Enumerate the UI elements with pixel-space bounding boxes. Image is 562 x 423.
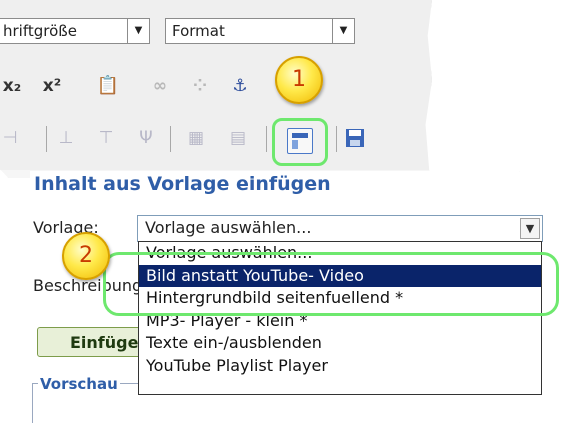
chevron-down-icon[interactable]: ▼ [520, 218, 540, 239]
format-dropdown[interactable]: Format ▼ [165, 18, 355, 44]
template-icon [292, 133, 308, 138]
chevron-down-icon[interactable]: ▼ [127, 19, 149, 43]
save-icon[interactable] [343, 128, 367, 152]
insert-template-button[interactable] [287, 128, 313, 154]
preview-label: Vorschau [38, 375, 120, 393]
chevron-down-icon[interactable]: ▼ [332, 19, 354, 43]
toolbar-separator [46, 126, 47, 152]
table-split-icon[interactable]: Ψ [134, 126, 158, 150]
anchor-icon[interactable]: ⚓ [228, 74, 252, 98]
font-size-dropdown[interactable]: hriftgröße ▼ [0, 18, 150, 44]
table-props-icon[interactable]: ▤ [226, 126, 250, 150]
step-badge-1: 1 [275, 56, 323, 104]
options-highlight [103, 252, 559, 316]
template-select-value: Vorlage auswählen... [145, 218, 312, 237]
table-insert-row-icon[interactable]: ⊥ [54, 126, 78, 150]
dialog-title: Inhalt aus Vorlage einfügen [34, 173, 331, 195]
link-icon[interactable]: ∞ [148, 74, 172, 98]
table-insert-col-icon[interactable]: ⊤ [94, 126, 118, 150]
unlink-icon[interactable]: ⁘ [188, 74, 212, 98]
table-column-icon[interactable]: ⊣ [0, 126, 22, 150]
option-youtube-playlist[interactable]: YouTube Playlist Player [139, 355, 541, 378]
subscript-icon[interactable]: x₂ [0, 74, 24, 98]
template-icon-column [292, 140, 298, 149]
font-size-label: hriftgröße [3, 22, 77, 40]
format-label: Format [172, 22, 225, 40]
editor-toolbar: hriftgröße ▼ Format ▼ x₂ x² 📋 ∞ ⁘ ⚓ ⊣ ⊥ … [0, 0, 432, 178]
toolbar-separator [266, 126, 267, 152]
template-select[interactable]: Vorlage auswählen... ▼ [137, 215, 543, 242]
toolbar-separator [336, 126, 337, 152]
paste-from-word-icon[interactable]: 📋 [96, 74, 120, 98]
superscript-icon[interactable]: x² [40, 74, 64, 98]
table-grid-icon[interactable]: ▦ [184, 126, 208, 150]
option-toggle-text[interactable]: Texte ein-/ausblenden [139, 332, 541, 355]
step-badge-2: 2 [62, 232, 110, 280]
toolbar-separator [170, 126, 171, 152]
